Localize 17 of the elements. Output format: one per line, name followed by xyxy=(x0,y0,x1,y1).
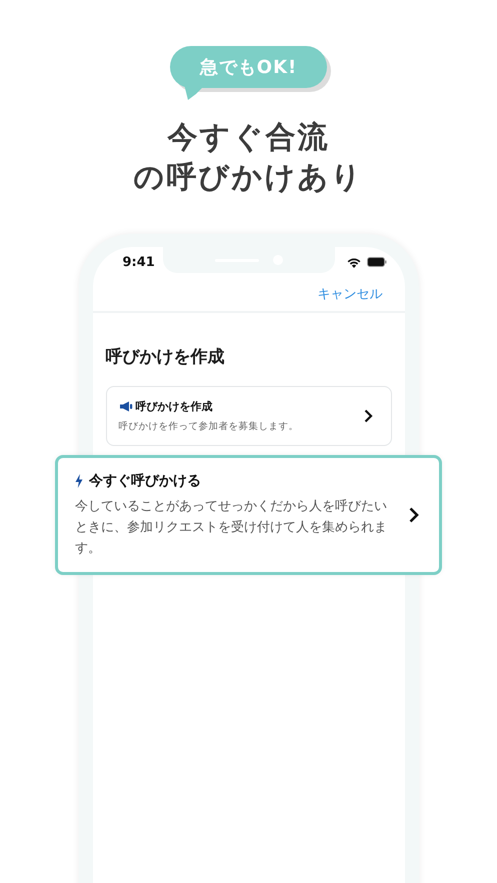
lightning-icon xyxy=(75,474,83,488)
create-card[interactable]: 呼びかけを作成 呼びかけを作って参加者を募集します。 xyxy=(106,386,392,446)
card-description: 今していることがあってせっかくだから人を呼びたいときに、参加リクエストを受け付けて人を集められます。 xyxy=(75,498,388,558)
chevron-icon xyxy=(364,409,372,423)
cancel-button[interactable]: キャンセル xyxy=(318,285,382,303)
card-title: 呼びかけを作成 xyxy=(136,399,212,414)
chevron-icon xyxy=(409,507,419,523)
status-time: 9:41 xyxy=(122,254,155,270)
card-title: 今すぐ呼びかける xyxy=(89,472,201,490)
battery-icon xyxy=(366,257,386,267)
call-now-card[interactable]: 今すぐ呼びかける 今していることがあってせっかくだから人を呼びたいときに、参加リクエストを受け付けて人を集められます。 xyxy=(55,455,442,575)
card-description: 呼びかけを作って参加者を募集します。 xyxy=(118,420,298,433)
headline: の呼びかけあり xyxy=(134,159,364,197)
screen-title: 呼びかけを作成 xyxy=(106,346,226,368)
headline: 今すぐ合流 xyxy=(166,119,330,157)
wifi-icon xyxy=(346,256,360,268)
megaphone-icon xyxy=(118,401,132,412)
